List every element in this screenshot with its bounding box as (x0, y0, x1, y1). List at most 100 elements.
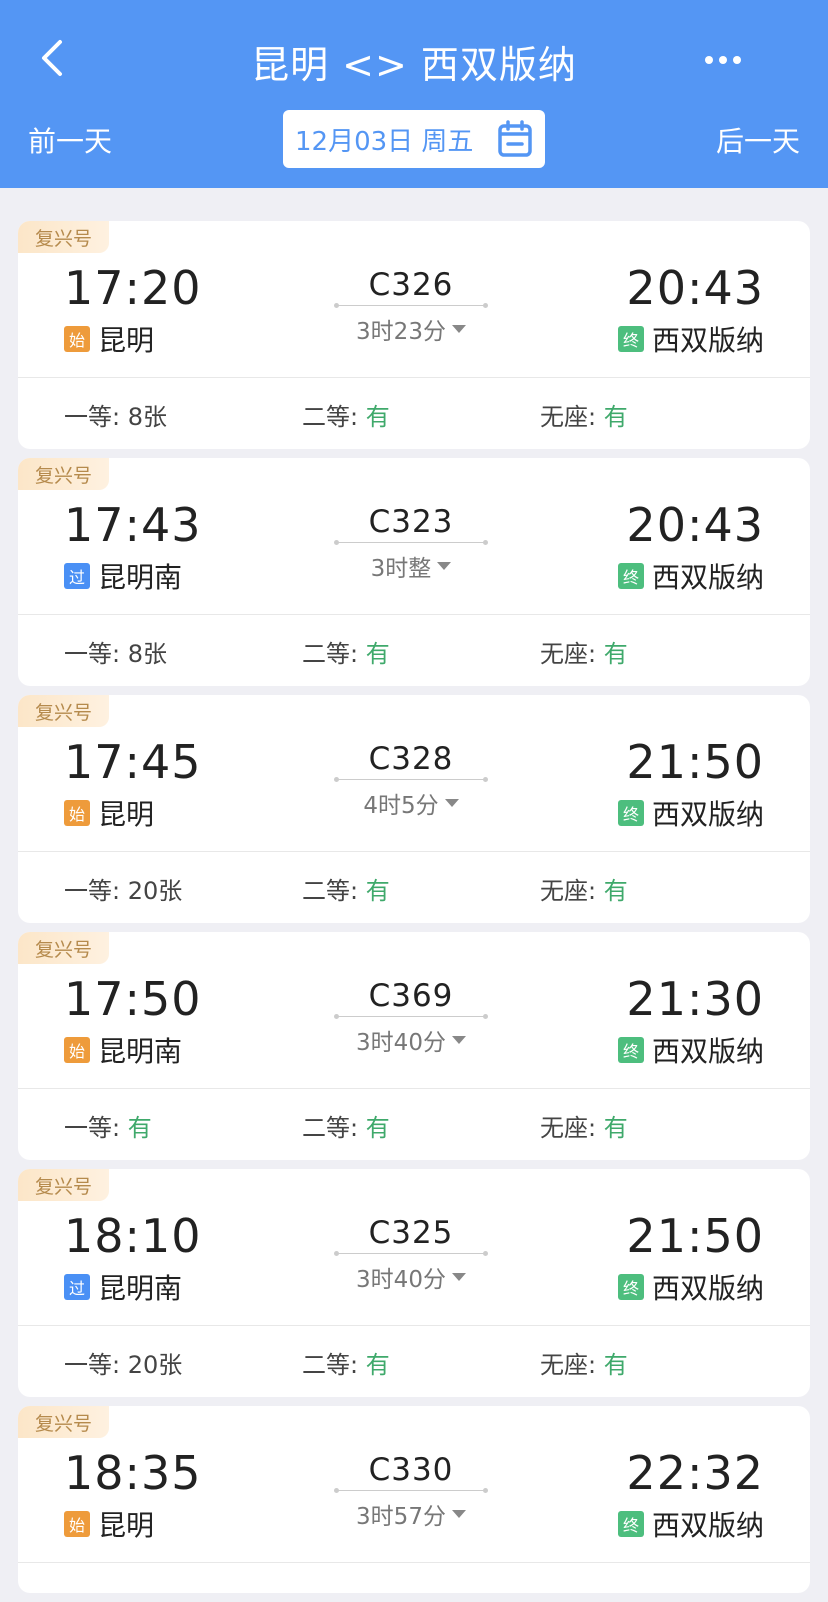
seat-no-seat: 无座: 有 (540, 1108, 628, 1143)
duration-toggle[interactable]: 3时40分 (336, 1023, 486, 1057)
departure-station: 过 昆明南 (64, 1267, 182, 1307)
caret-down-icon (451, 1036, 466, 1044)
arrival-time: 20:43 (626, 261, 764, 315)
train-info: C326 3时23分 (334, 267, 488, 346)
departure-station-name: 昆明南 (98, 1272, 183, 1305)
train-card[interactable]: 复兴号 18:35 始 昆明 C330 3时57分 22:32 终 西双版纳 (18, 1406, 810, 1593)
train-type-tag: 复兴号 (18, 932, 109, 964)
train-card[interactable]: 复兴号 17:50 始 昆明南 C369 3时40分 21:30 终 西双版纳 … (18, 932, 810, 1160)
train-type-tag: 复兴号 (18, 695, 109, 727)
seat-no-seat: 无座: 有 (540, 1345, 628, 1380)
end-station-badge: 终 (617, 1274, 644, 1300)
seat-value: 有 (603, 877, 628, 905)
departure-time: 17:20 (64, 261, 202, 315)
seat-second-class: 二等: 有 (302, 1108, 390, 1143)
departure-station-name: 昆明 (98, 324, 155, 357)
seat-first-class: 一等: 20张 (64, 871, 182, 906)
seat-second-class: 二等: 有 (302, 1345, 390, 1380)
top-nav-bar: 昆明 <> 西双版纳 前一天 12月03日 周五 后一天 (0, 0, 828, 188)
departure-time: 17:45 (64, 735, 202, 789)
departure-time: 17:43 (64, 498, 202, 552)
arrival-time: 21:30 (626, 972, 764, 1026)
seat-first-class: 一等: 8张 (64, 397, 167, 432)
train-number: C369 (334, 978, 488, 1019)
arrival-station: 终 西双版纳 (617, 1504, 764, 1544)
seat-value: 有 (603, 1114, 628, 1142)
train-card[interactable]: 复兴号 17:20 始 昆明 C326 3时23分 20:43 终 西双版纳 一… (18, 221, 810, 449)
seat-first-class: 一等: 8张 (64, 634, 167, 669)
seat-label: 二等: (302, 1351, 359, 1379)
seat-label: 二等: (302, 403, 359, 431)
pass-station-badge: 过 (64, 1274, 90, 1300)
train-type-tag: 复兴号 (18, 221, 109, 253)
duration-text: 3时整 (370, 556, 432, 582)
duration-toggle[interactable]: 3时23分 (336, 312, 486, 346)
seat-second-class: 二等: 有 (302, 397, 390, 432)
duration-toggle[interactable]: 3时整 (336, 549, 486, 583)
departure-time: 18:10 (64, 1209, 202, 1263)
seat-label: 二等: (302, 640, 359, 668)
prev-day-button[interactable]: 前一天 (28, 120, 112, 160)
arrival-station: 终 西双版纳 (617, 1030, 764, 1070)
seat-label: 无座: (540, 877, 597, 905)
seat-second-class: 二等: 有 (302, 634, 390, 669)
end-station-badge: 终 (617, 563, 644, 589)
train-info: C369 3时40分 (334, 978, 488, 1057)
divider (18, 851, 810, 852)
caret-down-icon (451, 325, 466, 333)
seat-no-seat: 无座: 有 (540, 397, 628, 432)
arrival-time: 21:50 (626, 1209, 764, 1263)
start-station-badge: 始 (64, 1511, 90, 1537)
arrival-station: 终 西双版纳 (617, 556, 764, 596)
seat-label: 二等: (302, 1114, 359, 1142)
departure-station: 始 昆明 (64, 1504, 154, 1544)
more-button[interactable] (698, 40, 748, 80)
train-card[interactable]: 复兴号 17:45 始 昆明 C328 4时5分 21:50 终 西双版纳 一等… (18, 695, 810, 923)
date-picker[interactable]: 12月03日 周五 (283, 110, 545, 168)
seat-label: 无座: (540, 640, 597, 668)
duration-text: 3时23分 (356, 319, 446, 345)
train-card[interactable]: 复兴号 18:10 过 昆明南 C325 3时40分 21:50 终 西双版纳 … (18, 1169, 810, 1397)
seat-label: 无座: (540, 1351, 597, 1379)
departure-station: 始 昆明 (64, 793, 154, 833)
start-station-badge: 始 (64, 1037, 90, 1063)
duration-toggle[interactable]: 4时5分 (336, 786, 486, 820)
arrival-station: 终 西双版纳 (617, 793, 764, 833)
seat-value: 有 (365, 403, 390, 431)
seat-first-class: 一等: 20张 (64, 1345, 182, 1380)
arrival-time: 20:43 (626, 498, 764, 552)
next-day-button[interactable]: 后一天 (716, 120, 800, 160)
seat-value: 有 (603, 403, 628, 431)
start-station-badge: 始 (64, 326, 90, 352)
duration-text: 3时40分 (356, 1267, 446, 1293)
train-card[interactable]: 复兴号 17:43 过 昆明南 C323 3时整 20:43 终 西双版纳 一等… (18, 458, 810, 686)
seat-label: 一等: (64, 403, 121, 431)
arrival-station: 终 西双版纳 (617, 319, 764, 359)
duration-toggle[interactable]: 3时40分 (336, 1260, 486, 1294)
departure-station-name: 昆明 (98, 798, 155, 831)
seat-value: 有 (127, 1114, 152, 1142)
divider (18, 1562, 810, 1563)
duration-toggle[interactable]: 3时57分 (336, 1497, 486, 1531)
calendar-icon (498, 120, 532, 157)
arrival-station-name: 西双版纳 (651, 1272, 764, 1305)
seat-value: 20张 (127, 1351, 183, 1379)
seat-no-seat: 无座: 有 (540, 871, 628, 906)
seat-value: 8张 (127, 403, 168, 431)
train-info: C328 4时5分 (334, 741, 488, 820)
train-number: C325 (334, 1215, 488, 1256)
duration-text: 3时57分 (356, 1504, 446, 1530)
train-type-tag: 复兴号 (18, 1406, 109, 1438)
seat-value: 有 (365, 640, 390, 668)
seat-label: 一等: (64, 1351, 121, 1379)
pass-station-badge: 过 (64, 563, 90, 589)
more-dots-icon (705, 56, 713, 64)
end-station-badge: 终 (617, 326, 644, 352)
divider (18, 377, 810, 378)
seat-no-seat: 无座: 有 (540, 634, 628, 669)
seat-label: 一等: (64, 877, 121, 905)
date-label: 12月03日 周五 (295, 126, 474, 157)
divider (18, 1088, 810, 1089)
seat-label: 无座: (540, 1114, 597, 1142)
arrival-station-name: 西双版纳 (651, 1509, 764, 1542)
